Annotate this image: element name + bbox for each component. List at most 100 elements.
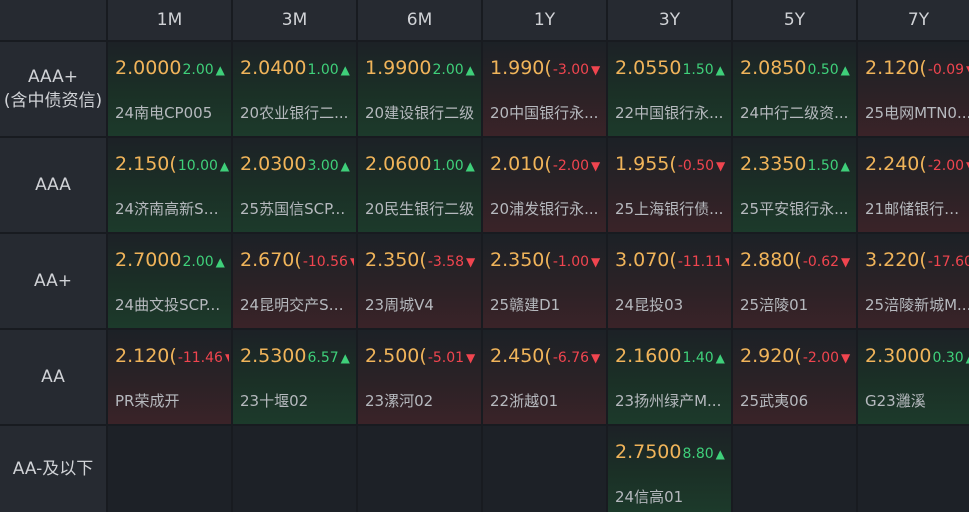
quote-cell[interactable]: 2.3350 1.50 ▲ 25平安银行永... bbox=[733, 138, 856, 232]
quote-line: 2.5300 6.57 ▲ bbox=[240, 345, 354, 367]
column-header-3y[interactable]: 3Y bbox=[608, 0, 731, 40]
bond-name: 25涪陵01 bbox=[740, 296, 809, 314]
bond-name: 24济南高新SC... bbox=[115, 200, 225, 218]
yield-price: 2.450( bbox=[490, 345, 552, 367]
quote-cell[interactable]: 2.010(-2.00 ▼ 20浦发银行永... bbox=[483, 138, 606, 232]
yield-change: 2.00 bbox=[432, 62, 464, 78]
quote-cell[interactable]: 2.30000.30▲ G23灉溪 bbox=[858, 330, 969, 424]
yield-change: 1.40 bbox=[682, 350, 714, 366]
row-label-text: AA bbox=[41, 367, 65, 387]
yield-price: 2.350( bbox=[490, 249, 552, 271]
yield-price: 2.7000 bbox=[115, 249, 182, 271]
quote-cell[interactable]: 2.350(-3.58 ▼ 23周城V4 bbox=[358, 234, 481, 328]
triangle-up-icon: ▲ bbox=[966, 351, 969, 365]
quote-cell[interactable]: 2.450(-6.76 ▼ 22浙越01 bbox=[483, 330, 606, 424]
triangle-up-icon: ▲ bbox=[840, 159, 850, 173]
column-header-1y[interactable]: 1Y bbox=[483, 0, 606, 40]
quote-cell[interactable]: 2.350(-1.00 ▼ 25赣建D1 bbox=[483, 234, 606, 328]
quote-line: 2.0600 1.00 ▲ bbox=[365, 153, 479, 175]
yield-change: -17.60 bbox=[927, 254, 969, 270]
yield-price: 2.500( bbox=[365, 345, 427, 367]
row-label-text: AA+ bbox=[34, 271, 72, 291]
yield-change: 1.50 bbox=[682, 62, 714, 78]
column-header-5y[interactable]: 5Y bbox=[733, 0, 856, 40]
quote-cell[interactable]: 2.500(-5.01 ▼ 23漯河02 bbox=[358, 330, 481, 424]
bond-name: 24中行二级资... bbox=[740, 104, 849, 122]
quote-cell[interactable]: 2.0000 2.00 ▲ 24南电CP005 bbox=[108, 42, 231, 136]
quote-line: 2.1600 1.40 ▲ bbox=[615, 345, 729, 367]
row-label-text: AAA bbox=[35, 175, 71, 195]
quote-line: 3.070(-11.11▼ bbox=[615, 249, 729, 271]
quote-line: 2.0400 1.00 ▲ bbox=[240, 57, 354, 79]
yield-price: 3.070( bbox=[615, 249, 677, 271]
bond-name: 25苏国信SCP... bbox=[240, 200, 346, 218]
bond-name: 20浦发银行永... bbox=[490, 200, 599, 218]
triangle-down-icon: ▼ bbox=[466, 255, 476, 269]
quote-cell-empty bbox=[358, 426, 481, 512]
quote-cell[interactable]: 2.5300 6.57 ▲ 23十堰02 bbox=[233, 330, 356, 424]
quote-line: 2.240(-2.00▼ bbox=[865, 153, 969, 175]
column-header-1m[interactable]: 1M bbox=[108, 0, 231, 40]
yield-change: -0.50 bbox=[677, 158, 715, 174]
yield-price: 2.0550 bbox=[615, 57, 682, 79]
bond-name: 22浙越01 bbox=[490, 392, 559, 410]
bond-name: 24昆投03 bbox=[615, 296, 684, 314]
quote-cell[interactable]: 2.0600 1.00 ▲ 20民生银行二级 bbox=[358, 138, 481, 232]
yield-change: -2.00 bbox=[927, 158, 965, 174]
quote-cell[interactable]: 2.7000 2.00 ▲ 24曲文投SCP... bbox=[108, 234, 231, 328]
triangle-down-icon: ▼ bbox=[350, 255, 354, 269]
quote-cell[interactable]: 2.670(-10.56▼ 24昆明交产SC... bbox=[233, 234, 356, 328]
bond-name: 20农业银行二... bbox=[240, 104, 349, 122]
yield-change: -5.01 bbox=[427, 350, 465, 366]
column-header-7y[interactable]: 7Y bbox=[858, 0, 969, 40]
bond-name: 25上海银行债... bbox=[615, 200, 724, 218]
quote-cell[interactable]: 3.070(-11.11▼ 24昆投03 bbox=[608, 234, 731, 328]
bond-name: 24南电CP005 bbox=[115, 104, 213, 122]
quote-cell[interactable]: 2.0300 3.00 ▲ 25苏国信SCP... bbox=[233, 138, 356, 232]
quote-cell[interactable]: 3.220(-17.60▼ 25涪陵新城M... bbox=[858, 234, 969, 328]
quote-cell[interactable]: 2.0850 0.50 ▲ 24中行二级资... bbox=[733, 42, 856, 136]
quote-cell[interactable]: 2.240(-2.00▼ 21邮储银行二... bbox=[858, 138, 969, 232]
quote-cell[interactable]: 1.9900 2.00 ▲ 20建设银行二级 bbox=[358, 42, 481, 136]
yield-change: 1.00 bbox=[432, 158, 464, 174]
yield-change: 2.00 bbox=[182, 62, 214, 78]
yield-price: 2.0300 bbox=[240, 153, 307, 175]
bond-name: 23漯河02 bbox=[365, 392, 434, 410]
quote-line: 2.120(-11.46▼ bbox=[115, 345, 229, 367]
yield-change: -6.76 bbox=[552, 350, 590, 366]
bond-name: 25赣建D1 bbox=[490, 296, 561, 314]
yield-change: 6.57 bbox=[307, 350, 339, 366]
quote-cell[interactable]: 2.150(10.00 ▲ 24济南高新SC... bbox=[108, 138, 231, 232]
column-header-3m[interactable]: 3M bbox=[233, 0, 356, 40]
yield-price: 2.0600 bbox=[365, 153, 432, 175]
bond-name: 23扬州绿产M... bbox=[615, 392, 722, 410]
yield-change: -1.00 bbox=[552, 254, 590, 270]
quote-cell[interactable]: 2.880(-0.62 ▼ 25涪陵01 bbox=[733, 234, 856, 328]
quote-cell[interactable]: 2.0400 1.00 ▲ 20农业银行二... bbox=[233, 42, 356, 136]
quote-cell[interactable]: 2.7500 8.80 ▲ 24信高01 bbox=[608, 426, 731, 512]
column-header-6m[interactable]: 6M bbox=[358, 0, 481, 40]
bond-name: 20民生银行二级 bbox=[365, 200, 475, 218]
yield-change: 3.00 bbox=[307, 158, 339, 174]
bond-name: 24曲文投SCP... bbox=[115, 296, 221, 314]
quote-line: 2.120(-0.09▼ bbox=[865, 57, 969, 79]
yield-change: 0.50 bbox=[807, 62, 839, 78]
quote-cell[interactable]: 1.955(-0.50 ▼ 25上海银行债... bbox=[608, 138, 731, 232]
triangle-up-icon: ▲ bbox=[340, 159, 350, 173]
triangle-down-icon: ▼ bbox=[716, 159, 726, 173]
quote-line: 2.0850 0.50 ▲ bbox=[740, 57, 854, 79]
yield-price: 1.9900 bbox=[365, 57, 432, 79]
quote-line: 2.010(-2.00 ▼ bbox=[490, 153, 604, 175]
quote-line: 3.220(-17.60▼ bbox=[865, 249, 969, 271]
quote-cell[interactable]: 1.990(-3.00 ▼ 20中国银行永... bbox=[483, 42, 606, 136]
triangle-up-icon: ▲ bbox=[219, 159, 229, 173]
quote-cell[interactable]: 2.0550 1.50 ▲ 22中国银行永... bbox=[608, 42, 731, 136]
quote-line: 1.990(-3.00 ▼ bbox=[490, 57, 604, 79]
quote-cell[interactable]: 2.920(-2.00 ▼ 25武夷06 bbox=[733, 330, 856, 424]
quote-cell[interactable]: 2.120(-11.46▼ PR荣成开 bbox=[108, 330, 231, 424]
triangle-up-icon: ▲ bbox=[715, 351, 725, 365]
yield-price: 3.220( bbox=[865, 249, 927, 271]
quote-cell[interactable]: 2.1600 1.40 ▲ 23扬州绿产M... bbox=[608, 330, 731, 424]
quote-cell[interactable]: 2.120(-0.09▼ 25电网MTN0... bbox=[858, 42, 969, 136]
yield-price: 2.150( bbox=[115, 153, 177, 175]
